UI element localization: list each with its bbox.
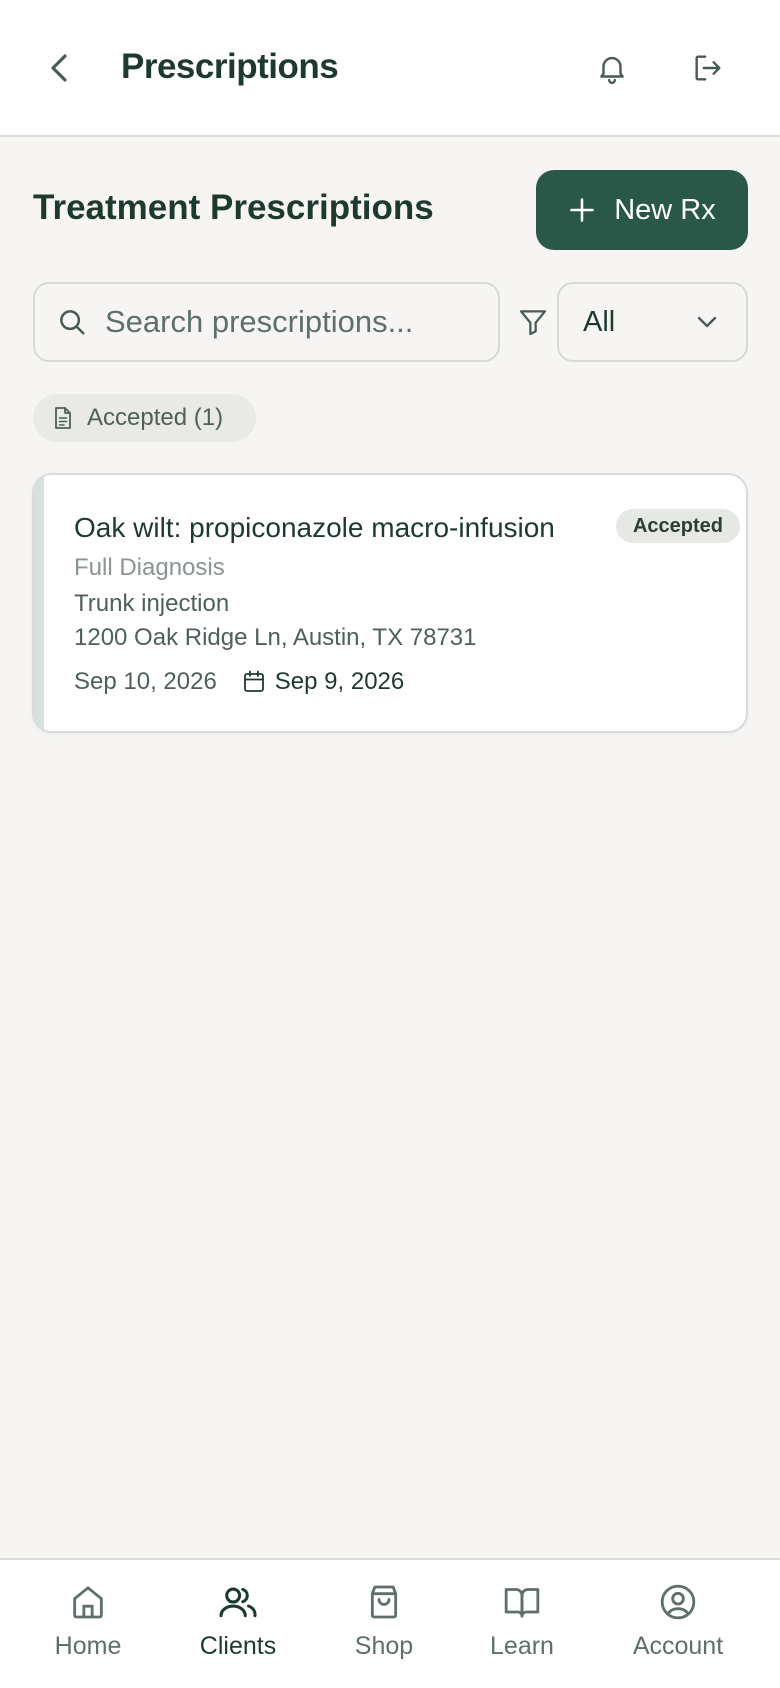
nav-shop-label: Shop <box>354 1632 414 1660</box>
status-group-label: Accepted (1) <box>87 404 224 431</box>
prescription-address: 1200 Oak Ridge Ln, Austin, TX 78731 <box>74 624 477 651</box>
chevron-left-icon <box>51 54 67 82</box>
new-rx-button[interactable]: New Rx <box>536 170 748 250</box>
book-icon <box>504 1588 540 1618</box>
logout-button[interactable] <box>688 46 728 90</box>
nav-shop[interactable]: Shop <box>314 1582 454 1661</box>
status-filter-select[interactable]: All <box>557 282 748 362</box>
status-filter-value: All <box>583 305 616 338</box>
filter-icon[interactable] <box>515 304 551 340</box>
prescription-dates: Sep 10, 2026 Sep 9, 2026 <box>74 667 404 697</box>
created-date: Sep 10, 2026 <box>74 668 217 695</box>
nav-learn[interactable]: Learn <box>452 1582 592 1661</box>
nav-clients[interactable]: Clients <box>168 1582 308 1661</box>
nav-home[interactable]: Home <box>18 1582 158 1661</box>
users-icon <box>219 1587 257 1618</box>
nav-account[interactable]: Account <box>608 1582 748 1661</box>
calendar-icon <box>243 670 264 692</box>
plus-icon <box>570 198 595 222</box>
home-icon <box>73 1586 103 1619</box>
notifications-button[interactable] <box>592 46 632 90</box>
search-box[interactable] <box>33 282 500 362</box>
new-rx-label: New Rx <box>614 193 716 226</box>
prescription-category: Full Diagnosis <box>74 554 225 581</box>
app-header: Prescriptions <box>0 0 780 137</box>
scheduled-date: Sep 9, 2026 <box>274 668 405 695</box>
nav-learn-label: Learn <box>490 1632 554 1660</box>
logout-icon <box>695 55 721 81</box>
search-icon <box>57 307 87 337</box>
bottom-nav: Home Clients Shop Learn Account <box>0 1558 780 1688</box>
nav-clients-label: Clients <box>199 1632 277 1660</box>
search-input[interactable] <box>105 304 485 340</box>
prescription-title: Oak wilt: propiconazole macro-infusion <box>74 512 555 543</box>
bell-icon <box>600 56 624 85</box>
scheduled-date-group: Sep 9, 2026 <box>243 667 404 697</box>
prescription-method: Trunk injection <box>74 590 230 617</box>
nav-home-label: Home <box>54 1632 122 1660</box>
chevron-down-icon <box>697 316 717 328</box>
card-accent-bar <box>34 475 44 731</box>
shopping-bag-icon <box>370 1585 398 1619</box>
document-icon <box>55 407 71 429</box>
status-badge: Accepted <box>616 509 740 543</box>
section-title: Treatment Prescriptions <box>33 188 434 227</box>
prescription-card[interactable]: Oak wilt: propiconazole macro-infusion A… <box>32 473 748 733</box>
back-button[interactable] <box>40 46 80 90</box>
status-group-chip[interactable]: Accepted (1) <box>33 394 256 442</box>
user-circle-icon <box>660 1584 696 1620</box>
page-title: Prescriptions <box>121 47 339 86</box>
nav-account-label: Account <box>632 1632 724 1660</box>
